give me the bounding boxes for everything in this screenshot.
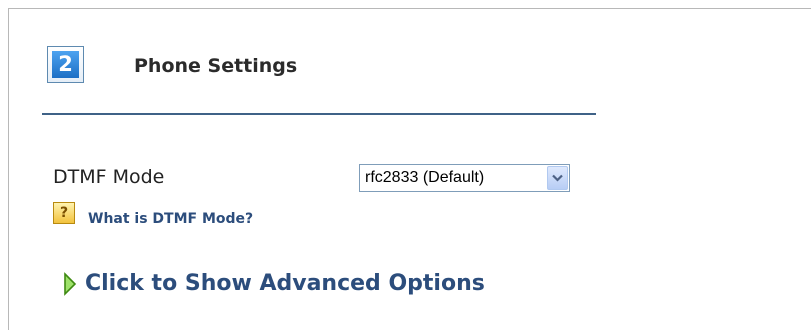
dtmf-mode-label: DTMF Mode [53,166,165,188]
help-icon[interactable]: ? [53,202,75,224]
show-advanced-options-label: Click to Show Advanced Options [85,271,485,296]
section-divider [42,113,596,115]
triangle-right-icon [64,271,77,296]
step-number-icon: 2 [47,46,84,83]
step-number: 2 [52,51,79,78]
phone-settings-panel: 2 Phone Settings DTMF Mode rfc2833 (Defa… [8,8,811,330]
what-is-dtmf-mode-link[interactable]: What is DTMF Mode? [88,211,253,227]
show-advanced-options-toggle[interactable]: Click to Show Advanced Options [63,271,485,296]
section-title: Phone Settings [134,55,298,77]
dtmf-mode-select[interactable]: rfc2833 (Default) [359,164,570,192]
dtmf-mode-selected-value: rfc2833 (Default) [365,169,485,186]
chevron-down-icon[interactable] [547,166,568,190]
